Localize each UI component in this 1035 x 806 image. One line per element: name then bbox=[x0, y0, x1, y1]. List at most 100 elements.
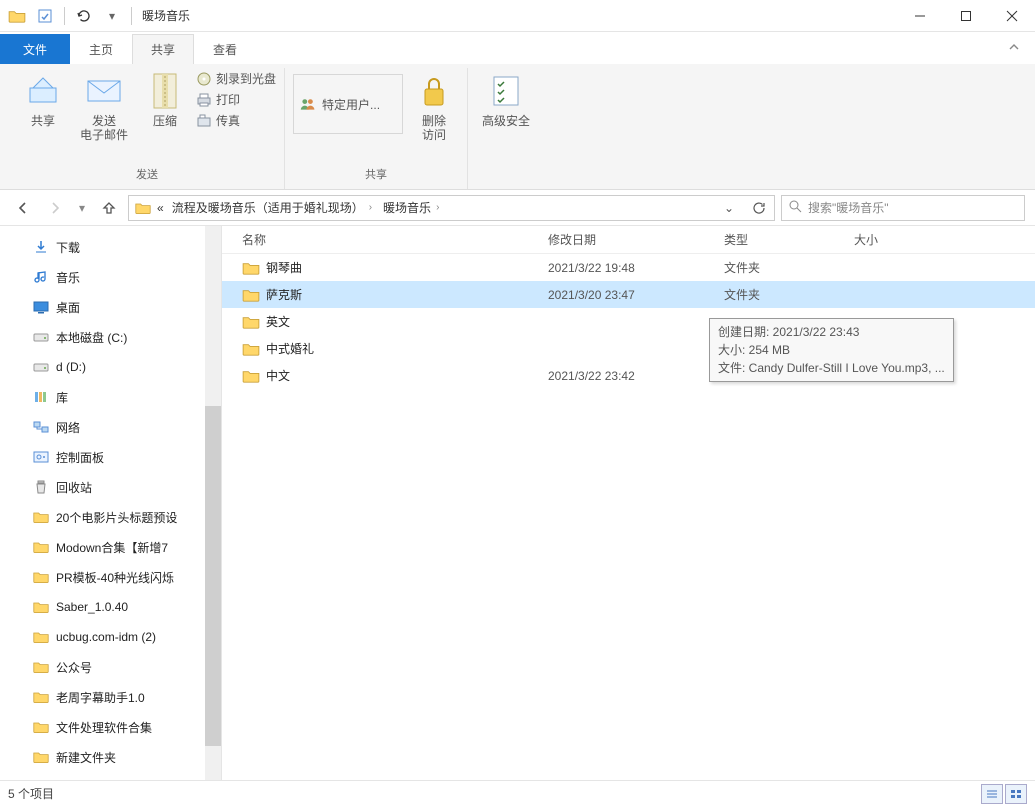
compress-button[interactable]: 压缩 bbox=[140, 68, 190, 132]
folder-icon bbox=[32, 598, 50, 616]
folder-icon bbox=[135, 200, 151, 216]
nav-item[interactable]: 本地磁盘 (C:) bbox=[8, 322, 221, 352]
specific-users[interactable]: 特定用户... bbox=[293, 74, 403, 134]
col-date[interactable]: 修改日期 bbox=[548, 231, 724, 248]
nav-item[interactable]: ucbug.com-idm (2) bbox=[8, 622, 221, 652]
fax[interactable]: 传真 bbox=[196, 112, 276, 129]
nav-item[interactable]: d (D:) bbox=[8, 352, 221, 382]
nav-item[interactable]: 库 bbox=[8, 382, 221, 412]
burn-to-disc[interactable]: 刻录到光盘 bbox=[196, 70, 276, 87]
breadcrumb-current[interactable]: 暖场音乐› bbox=[381, 199, 444, 216]
nav-item[interactable]: Saber_1.0.40 bbox=[8, 592, 221, 622]
ribbon-group-send-label: 发送 bbox=[136, 164, 158, 186]
nav-item-label: Saber_1.0.40 bbox=[56, 600, 128, 614]
drive-icon bbox=[32, 328, 50, 346]
nav-scrollbar-thumb[interactable] bbox=[205, 406, 221, 746]
col-name[interactable]: 名称 bbox=[242, 231, 548, 248]
compress-button-label: 压缩 bbox=[153, 114, 177, 128]
title-bar: ▾ 暖场音乐 bbox=[0, 0, 1035, 32]
breadcrumb-parent[interactable]: 流程及暖场音乐（适用于婚礼现场）› bbox=[170, 199, 377, 216]
ribbon-group-share: 特定用户... 删除 访问 共享 bbox=[285, 68, 468, 189]
tab-file[interactable]: 文件 bbox=[0, 34, 70, 64]
qat-properties-icon[interactable] bbox=[34, 5, 56, 27]
nav-recent-dropdown[interactable]: ▾ bbox=[74, 195, 90, 221]
qat-undo-icon[interactable] bbox=[73, 5, 95, 27]
app-folder-icon bbox=[6, 5, 28, 27]
nav-item-label: 控制面板 bbox=[56, 449, 104, 466]
tooltip-line3: 文件: Candy Dulfer-Still I Love You.mp3, .… bbox=[718, 359, 945, 377]
nav-item[interactable]: PR模板-40种光线闪烁 bbox=[8, 562, 221, 592]
nav-item[interactable]: 老周字幕助手1.0 bbox=[8, 682, 221, 712]
email-button[interactable]: 发送 电子邮件 bbox=[74, 68, 134, 146]
share-icon bbox=[24, 72, 62, 110]
email-icon bbox=[85, 72, 123, 110]
status-text: 5 个项目 bbox=[8, 785, 54, 802]
nav-item-label: 公众号 bbox=[56, 659, 92, 676]
disc-icon bbox=[196, 71, 212, 87]
window-title: 暖场音乐 bbox=[142, 7, 190, 24]
search-box[interactable]: 搜索"暖场音乐" bbox=[781, 195, 1025, 221]
share-button[interactable]: 共享 bbox=[18, 68, 68, 132]
col-size[interactable]: 大小 bbox=[854, 231, 954, 248]
folder-icon bbox=[32, 688, 50, 706]
folder-icon bbox=[32, 718, 50, 736]
music-icon bbox=[32, 268, 50, 286]
file-date: 2021/3/20 23:47 bbox=[548, 288, 724, 302]
refresh-button[interactable] bbox=[746, 195, 772, 221]
nav-item[interactable]: 新建文件夹 bbox=[8, 742, 221, 772]
nav-item[interactable]: Modown合集【新增7 bbox=[8, 532, 221, 562]
tab-home[interactable]: 主页 bbox=[70, 34, 132, 64]
nav-item[interactable]: 音乐 bbox=[8, 262, 221, 292]
nav-item-label: 本地磁盘 (C:) bbox=[56, 329, 127, 346]
maximize-button[interactable] bbox=[943, 0, 989, 32]
column-headers[interactable]: 名称 修改日期 类型 大小 bbox=[222, 226, 1035, 254]
nav-back-button[interactable] bbox=[10, 195, 36, 221]
ribbon-tabstrip: 文件 主页 共享 查看 bbox=[0, 32, 1035, 64]
folder-icon bbox=[242, 288, 266, 302]
file-row[interactable]: 钢琴曲2021/3/22 19:48文件夹 bbox=[222, 254, 1035, 281]
address-dropdown-icon[interactable]: ⌄ bbox=[716, 195, 742, 221]
tab-view[interactable]: 查看 bbox=[194, 34, 256, 64]
nav-item[interactable]: 回收站 bbox=[8, 472, 221, 502]
users-icon bbox=[300, 96, 316, 112]
nav-item-label: 桌面 bbox=[56, 299, 80, 316]
advanced-security-button[interactable]: 高级安全 bbox=[476, 68, 536, 132]
remove-access-button[interactable]: 删除 访问 bbox=[409, 68, 459, 146]
nav-pane[interactable]: 下载音乐桌面本地磁盘 (C:) d (D:) 库网络控制面板回收站20个电影片头标题… bbox=[0, 226, 222, 780]
nav-item[interactable]: 下载 bbox=[8, 232, 221, 262]
view-details-button[interactable] bbox=[981, 784, 1003, 804]
collapse-ribbon-icon[interactable] bbox=[1007, 40, 1021, 57]
nav-item-label: 库 bbox=[56, 389, 68, 406]
tab-share[interactable]: 共享 bbox=[132, 34, 194, 64]
content-pane: 名称 修改日期 类型 大小 钢琴曲2021/3/22 19:48文件夹萨克斯20… bbox=[222, 226, 1035, 780]
folder-icon bbox=[242, 342, 266, 356]
print[interactable]: 打印 bbox=[196, 91, 276, 108]
close-button[interactable] bbox=[989, 0, 1035, 32]
address-bar[interactable]: « 流程及暖场音乐（适用于婚礼现场）› 暖场音乐› ⌄ bbox=[128, 195, 775, 221]
nav-up-button[interactable] bbox=[96, 195, 122, 221]
email-button-label: 发送 电子邮件 bbox=[80, 114, 128, 142]
nav-item[interactable]: 网络 bbox=[8, 412, 221, 442]
minimize-button[interactable] bbox=[897, 0, 943, 32]
file-name: 中文 bbox=[266, 367, 548, 384]
nav-item[interactable]: 文件处理软件合集 bbox=[8, 712, 221, 742]
view-icons-button[interactable] bbox=[1005, 784, 1027, 804]
breadcrumb-ellipsis[interactable]: « bbox=[155, 201, 166, 215]
qat-dropdown-icon[interactable]: ▾ bbox=[101, 5, 123, 27]
nav-item[interactable]: 控制面板 bbox=[8, 442, 221, 472]
file-type: 文件夹 bbox=[724, 286, 854, 303]
nav-item[interactable]: 公众号 bbox=[8, 652, 221, 682]
nav-item[interactable]: 桌面 bbox=[8, 292, 221, 322]
file-name: 英文 bbox=[266, 313, 548, 330]
nav-item-label: Modown合集【新增7 bbox=[56, 539, 168, 556]
printer-icon bbox=[196, 92, 212, 108]
nav-item-label: 下载 bbox=[56, 239, 80, 256]
fax-icon bbox=[196, 113, 212, 129]
file-list[interactable]: 钢琴曲2021/3/22 19:48文件夹萨克斯2021/3/20 23:47文… bbox=[222, 254, 1035, 780]
folder-icon bbox=[32, 748, 50, 766]
file-row[interactable]: 萨克斯2021/3/20 23:47文件夹 bbox=[222, 281, 1035, 308]
nav-forward-button[interactable] bbox=[42, 195, 68, 221]
file-type: 文件夹 bbox=[724, 259, 854, 276]
nav-item[interactable]: 20个电影片头标题预设 bbox=[8, 502, 221, 532]
col-type[interactable]: 类型 bbox=[724, 231, 854, 248]
